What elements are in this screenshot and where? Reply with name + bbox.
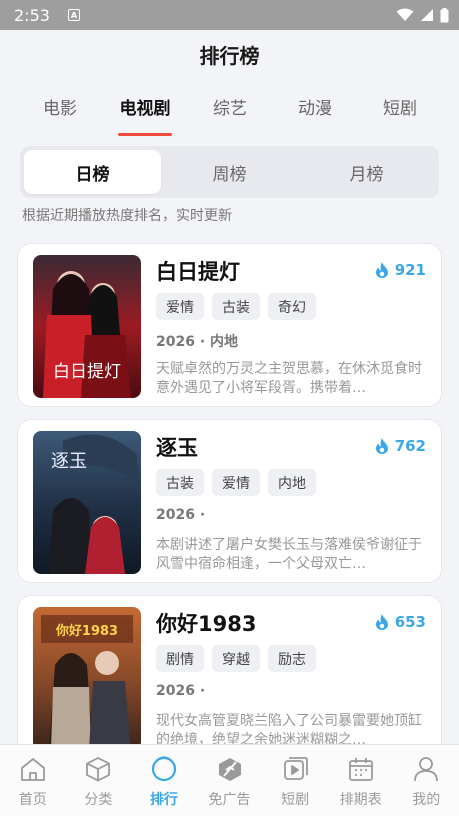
genre-tag: 古装 bbox=[156, 469, 204, 496]
wifi-icon bbox=[396, 8, 414, 21]
genre-tag: 古装 bbox=[212, 293, 260, 320]
show-title: 你好1983 bbox=[156, 612, 257, 636]
nav-no-ads[interactable]: 免广告 bbox=[197, 745, 263, 816]
heat-value: 762 bbox=[394, 437, 426, 455]
genre-tag: 剧情 bbox=[156, 645, 204, 672]
poster-title-art: 白日提灯 bbox=[53, 362, 121, 382]
home-icon bbox=[20, 758, 45, 781]
profile-icon bbox=[414, 757, 439, 782]
page-title: 排行榜 bbox=[199, 44, 260, 68]
tab-anime[interactable]: 动漫 bbox=[277, 90, 353, 136]
genre-tag: 励志 bbox=[268, 645, 316, 672]
genre-tag: 穿越 bbox=[212, 645, 260, 672]
no-ads-icon bbox=[218, 758, 241, 781]
nav-ranking[interactable]: 排行 bbox=[131, 745, 197, 816]
ranking-list: 白日提灯 白日提灯 921 爱情 古装 奇幻 2026 · 内地 天赋卓然的万灵… bbox=[17, 243, 442, 771]
status-time: 2:53 bbox=[14, 5, 50, 25]
tag-list: 剧情 穿越 励志 bbox=[156, 645, 316, 672]
nav-label: 我的 bbox=[412, 792, 441, 808]
nav-label: 首页 bbox=[18, 792, 47, 808]
heat-score: 762 bbox=[375, 437, 426, 455]
nav-label: 排行 bbox=[149, 792, 178, 808]
segment-monthly[interactable]: 月榜 bbox=[298, 150, 435, 194]
nav-home[interactable]: 首页 bbox=[0, 745, 66, 816]
nav-profile[interactable]: 我的 bbox=[393, 745, 459, 816]
nav-schedule[interactable]: 排期表 bbox=[328, 745, 394, 816]
battery-icon bbox=[440, 7, 449, 22]
nav-category[interactable]: 分类 bbox=[66, 745, 132, 816]
bottom-navigation: 首页 分类 排行 免广告 短剧 排期表 我的 bbox=[0, 744, 459, 816]
ranking-icon bbox=[151, 756, 177, 782]
poster-title-art: 逐玉 bbox=[51, 451, 87, 472]
tab-short-drama[interactable]: 短剧 bbox=[362, 90, 438, 136]
poster-image: 白日提灯 bbox=[33, 255, 141, 398]
genre-tag: 爱情 bbox=[212, 469, 260, 496]
year-region: 2026 · bbox=[156, 507, 206, 523]
nav-label: 排期表 bbox=[339, 792, 382, 808]
list-item[interactable]: 你好1983 你好1983 653 剧情 穿越 励志 2026 · 现代女高管夏… bbox=[17, 595, 442, 759]
list-item[interactable]: 逐玉 逐玉 762 古装 爱情 内地 2026 · 本剧讲述了屠户女樊长玉与落难… bbox=[17, 419, 442, 583]
tag-list: 古装 爱情 内地 bbox=[156, 469, 316, 496]
segment-daily[interactable]: 日榜 bbox=[24, 150, 161, 194]
synopsis: 本剧讲述了屠户女樊长玉与落难侯爷谢征于风雪中宿命相逢，一个父母双亡… bbox=[156, 537, 422, 572]
show-title: 白日提灯 bbox=[156, 260, 240, 284]
list-item[interactable]: 白日提灯 白日提灯 921 爱情 古装 奇幻 2026 · 内地 天赋卓然的万灵… bbox=[17, 243, 442, 407]
tab-movie[interactable]: 电影 bbox=[22, 90, 98, 136]
flame-icon bbox=[375, 438, 388, 454]
flame-icon bbox=[375, 262, 388, 278]
heat-score: 921 bbox=[375, 261, 426, 279]
year-region: 2026 · bbox=[156, 683, 206, 699]
synopsis: 天赋卓然的万灵之主贺思慕，在休沐觅食时意外遇见了小将军段胥。携带着… bbox=[156, 361, 422, 396]
nav-label: 免广告 bbox=[208, 792, 251, 808]
heat-value: 921 bbox=[394, 261, 426, 279]
genre-tag: 爱情 bbox=[156, 293, 204, 320]
poster-title-art: 你好1983 bbox=[55, 623, 118, 639]
tab-tv-series[interactable]: 电视剧 bbox=[107, 90, 183, 136]
status-bar: 2:53 A bbox=[0, 0, 459, 30]
flame-icon bbox=[375, 614, 388, 630]
year-region: 2026 · 内地 bbox=[156, 334, 239, 350]
heat-score: 653 bbox=[375, 613, 426, 631]
genre-tag: 内地 bbox=[268, 469, 316, 496]
show-title: 逐玉 bbox=[156, 436, 198, 460]
genre-tag: 奇幻 bbox=[268, 293, 316, 320]
cube-icon bbox=[86, 757, 111, 782]
heat-value: 653 bbox=[394, 613, 426, 631]
segment-weekly[interactable]: 周榜 bbox=[161, 150, 298, 194]
notification-icon: A bbox=[67, 9, 80, 21]
signal-icon bbox=[421, 9, 433, 21]
nav-short-drama[interactable]: 短剧 bbox=[262, 745, 328, 816]
tab-variety[interactable]: 综艺 bbox=[192, 90, 268, 136]
tag-list: 爱情 古装 奇幻 bbox=[156, 293, 316, 320]
poster-image: 你好1983 bbox=[33, 607, 141, 750]
period-segmented-control: 日榜 周榜 月榜 bbox=[20, 146, 439, 198]
calendar-icon bbox=[348, 758, 373, 781]
nav-label: 分类 bbox=[84, 792, 113, 808]
poster-image: 逐玉 bbox=[33, 431, 141, 574]
category-tabs: 电影 电视剧 综艺 动漫 短剧 bbox=[22, 90, 438, 136]
ranking-hint: 根据近期播放热度排名，实时更新 bbox=[22, 208, 232, 224]
nav-label: 短剧 bbox=[281, 792, 310, 808]
short-drama-icon bbox=[284, 757, 308, 780]
